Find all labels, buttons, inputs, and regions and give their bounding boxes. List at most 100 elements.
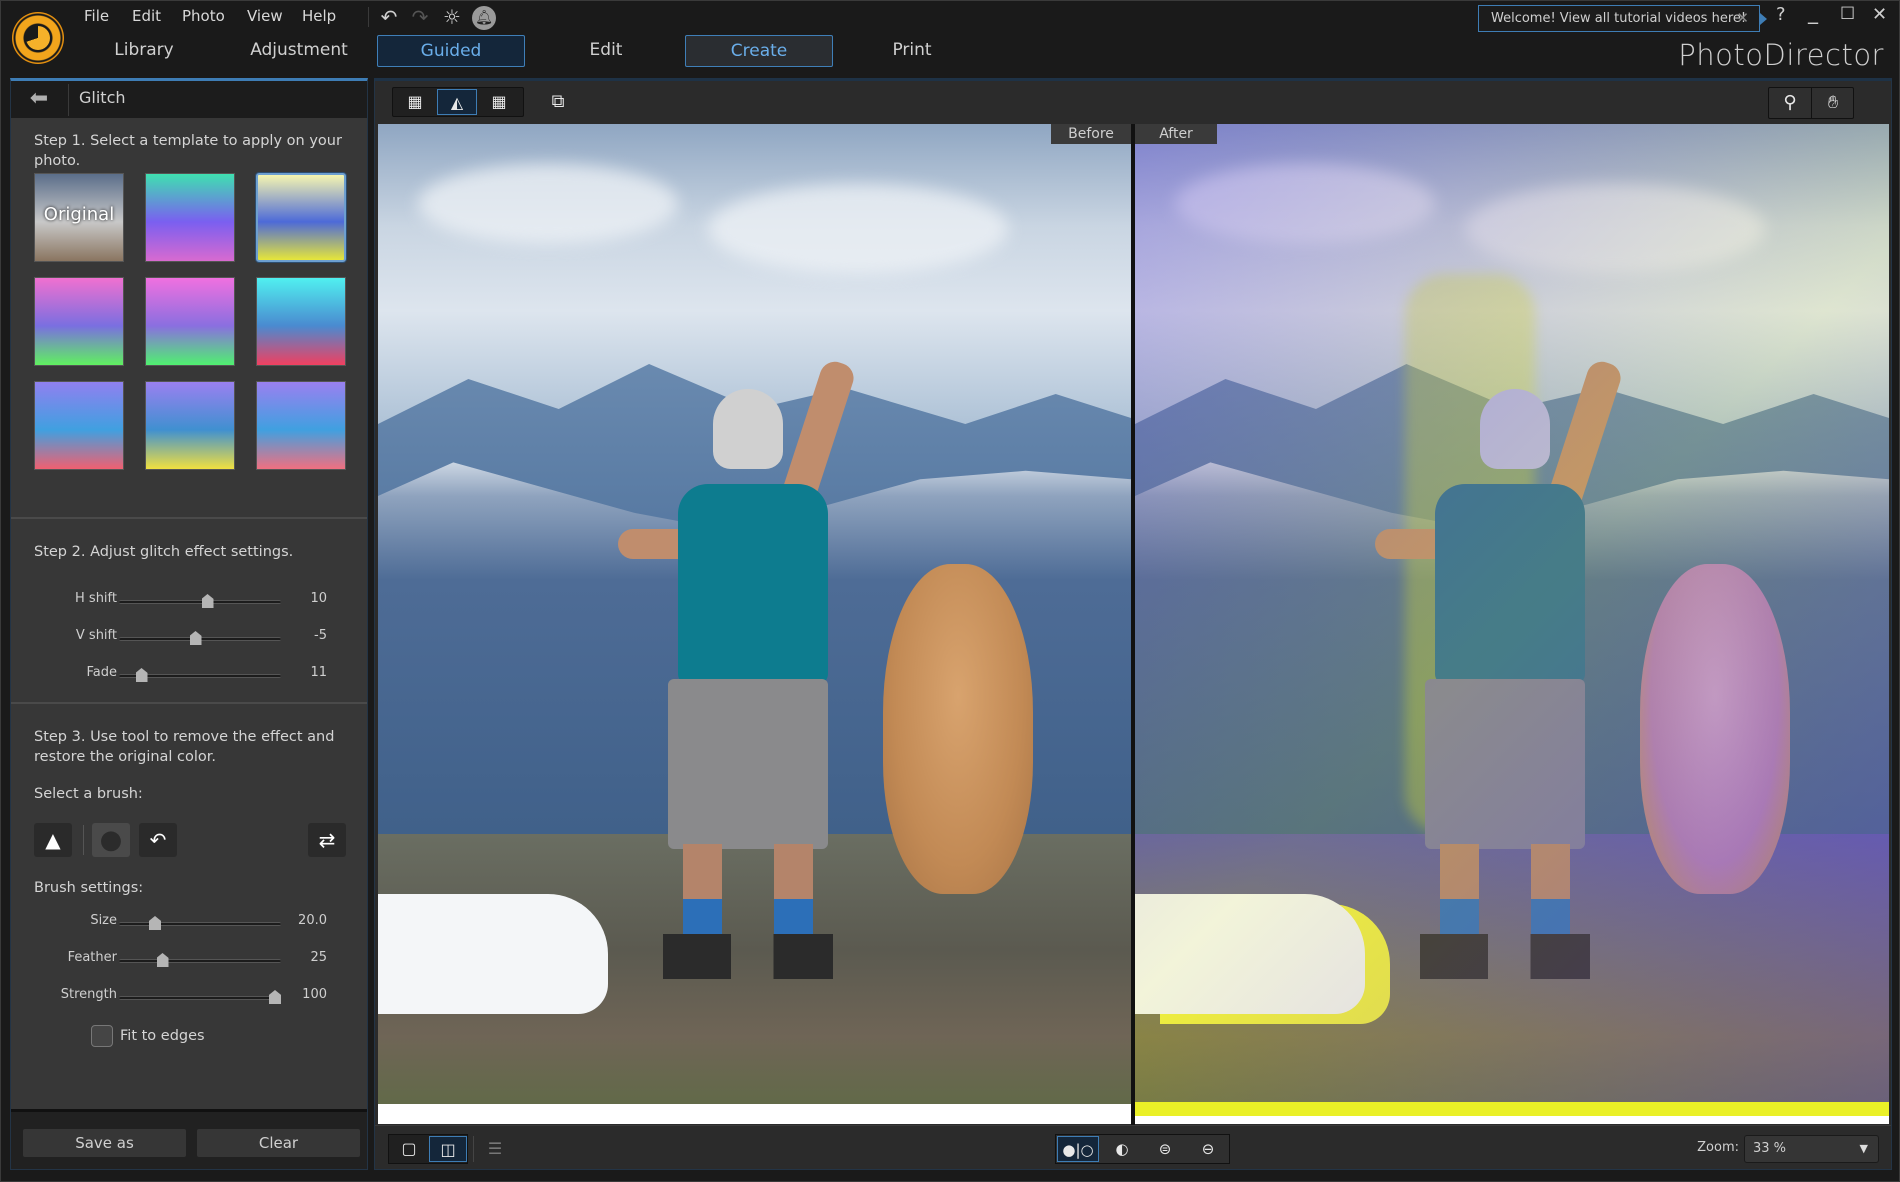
grid-view-icon: ▦ xyxy=(491,92,507,111)
clear-button[interactable]: Clear xyxy=(197,1129,360,1157)
slider-handle[interactable] xyxy=(156,953,169,967)
split-horizontal-button[interactable]: ⊖ xyxy=(1187,1136,1229,1162)
view-tool-group: ⚲ ✋︎ xyxy=(1768,87,1854,119)
close-tooltip-icon[interactable]: ✕ xyxy=(1736,6,1749,31)
side-by-side-button[interactable]: ●|○ xyxy=(1057,1136,1099,1162)
single-photo-button[interactable]: ▢ xyxy=(390,1136,428,1162)
menu-file[interactable]: File xyxy=(84,7,109,25)
photo-cloud xyxy=(708,184,1008,274)
slider-track[interactable] xyxy=(119,631,281,645)
select-brush-label: Select a brush: xyxy=(34,786,143,802)
redo-icon[interactable]: ↷ xyxy=(408,5,432,29)
template-thumbnail[interactable] xyxy=(145,173,235,262)
eraser-brush-button[interactable]: ● xyxy=(92,823,130,857)
slider-track[interactable] xyxy=(119,916,281,930)
section-divider xyxy=(11,702,367,704)
split-vertical-button[interactable]: ◐ xyxy=(1101,1136,1143,1162)
slider-handle[interactable] xyxy=(201,594,214,608)
single-photo-icon: ▢ xyxy=(401,1139,417,1158)
tab-print[interactable]: Print xyxy=(838,35,986,67)
template-thumbnail[interactable] xyxy=(256,173,346,262)
compare-photo-button[interactable]: ◫ xyxy=(429,1136,467,1162)
apply-effect-brush-button[interactable]: ▲ xyxy=(34,823,72,857)
hand-tool-icon: ✋︎ xyxy=(1827,92,1839,113)
restore-brush-button[interactable]: ↶ xyxy=(139,823,177,857)
slider-handle[interactable] xyxy=(269,990,281,1004)
slider-handle[interactable] xyxy=(189,631,202,645)
template-thumbnail[interactable] xyxy=(34,277,124,366)
slider-label: V shift xyxy=(75,628,117,643)
maximize-icon[interactable]: ☐ xyxy=(1840,4,1855,24)
photo-person-boots xyxy=(663,934,833,979)
tab-library[interactable]: Library xyxy=(70,35,218,67)
filmstrip-toggle-button[interactable]: ☰ xyxy=(480,1136,510,1162)
tab-adjustment[interactable]: Adjustment xyxy=(225,35,373,67)
slider-track[interactable] xyxy=(119,668,281,682)
help-button[interactable]: ? xyxy=(1776,4,1786,25)
slider-track[interactable] xyxy=(119,990,281,1004)
bell-icon[interactable]: 🔔︎ xyxy=(472,6,496,30)
slider-value: 11 xyxy=(310,665,327,680)
slider-handle[interactable] xyxy=(149,916,161,930)
photo-person-socks xyxy=(683,899,813,939)
template-thumbnail[interactable] xyxy=(34,381,124,470)
grid-view-button[interactable]: ▦ xyxy=(479,89,519,115)
close-icon[interactable]: ✕ xyxy=(1872,4,1887,25)
menu-view[interactable]: View xyxy=(247,7,283,25)
photo-person-shirt xyxy=(678,484,828,684)
tab-guided[interactable]: Guided xyxy=(377,35,525,67)
slider-size: Size 20.0 xyxy=(11,913,367,933)
menu-edit[interactable]: Edit xyxy=(132,7,161,25)
template-thumbnail[interactable] xyxy=(145,277,235,366)
slider-fade: Fade 11 xyxy=(11,665,367,685)
slider-track[interactable] xyxy=(119,594,281,608)
filmstrip-view-icon: ▦ xyxy=(407,92,423,111)
minimize-icon[interactable]: _ xyxy=(1808,0,1818,24)
template-thumbnail[interactable] xyxy=(256,277,346,366)
step3-instruction: Step 3. Use tool to remove the effect an… xyxy=(34,729,335,765)
hand-tool-button[interactable]: ✋︎ xyxy=(1812,88,1854,118)
slider-label: Size xyxy=(90,913,117,928)
template-thumbnail[interactable] xyxy=(256,381,346,470)
swap-brush-button[interactable]: ⇄ xyxy=(308,823,346,857)
undo-icon[interactable]: ↶ xyxy=(377,5,401,29)
view-mode-group: ▦ ◭ ▦ xyxy=(392,87,524,117)
tab-create[interactable]: Create xyxy=(685,35,833,67)
after-photo[interactable] xyxy=(1135,124,1889,1124)
slider-track[interactable] xyxy=(119,953,281,967)
template-label: Original xyxy=(43,204,115,225)
single-view-button[interactable]: ◭ xyxy=(437,89,477,115)
zoom-dropdown[interactable]: 33 % ▼ xyxy=(1744,1135,1879,1163)
tab-edit[interactable]: Edit xyxy=(532,35,680,67)
top-bottom-button[interactable]: ⊜ xyxy=(1144,1136,1186,1162)
slider-label: Strength xyxy=(60,987,117,1002)
welcome-tooltip[interactable]: Welcome! View all tutorial videos here! … xyxy=(1478,5,1760,32)
template-thumbnail[interactable] xyxy=(145,381,235,470)
zoom-label: Zoom: xyxy=(1697,1140,1739,1155)
panel-title: Glitch xyxy=(79,88,126,107)
compare-divider[interactable] xyxy=(1131,124,1135,1166)
brush-selector: ▲ ● ↶ ⇄ xyxy=(34,823,354,859)
fullscreen-button[interactable]: ⧉ xyxy=(543,89,573,115)
tooltip-arrow xyxy=(1760,13,1767,25)
slider-label: Feather xyxy=(67,950,117,965)
glitch-panel: ⬅ Glitch Step 1. Select a template to ap… xyxy=(10,78,368,1170)
back-arrow-icon[interactable]: ⬅ xyxy=(21,88,57,110)
split-vertical-icon: ◐ xyxy=(1115,1140,1129,1158)
brush-settings-label: Brush settings: xyxy=(34,880,144,896)
template-thumbnail[interactable]: Original xyxy=(34,173,124,262)
zoom-tool-button[interactable]: ⚲ xyxy=(1769,88,1811,118)
save-as-button[interactable]: Save as xyxy=(23,1129,186,1157)
split-horizontal-icon: ⊖ xyxy=(1201,1140,1215,1158)
before-photo[interactable] xyxy=(378,124,1131,1124)
header-separator xyxy=(68,84,69,116)
eraser-brush-icon: ● xyxy=(99,825,123,855)
chevron-down-icon: ▼ xyxy=(1859,1142,1868,1155)
slider-handle[interactable] xyxy=(135,668,148,682)
fit-to-edges-checkbox[interactable] xyxy=(91,1025,113,1047)
menu-photo[interactable]: Photo xyxy=(182,7,225,25)
slider-label: H shift xyxy=(75,591,117,606)
menu-help[interactable]: Help xyxy=(302,7,336,25)
filmstrip-view-button[interactable]: ▦ xyxy=(395,89,435,115)
gear-icon[interactable]: ☼ xyxy=(440,5,464,29)
